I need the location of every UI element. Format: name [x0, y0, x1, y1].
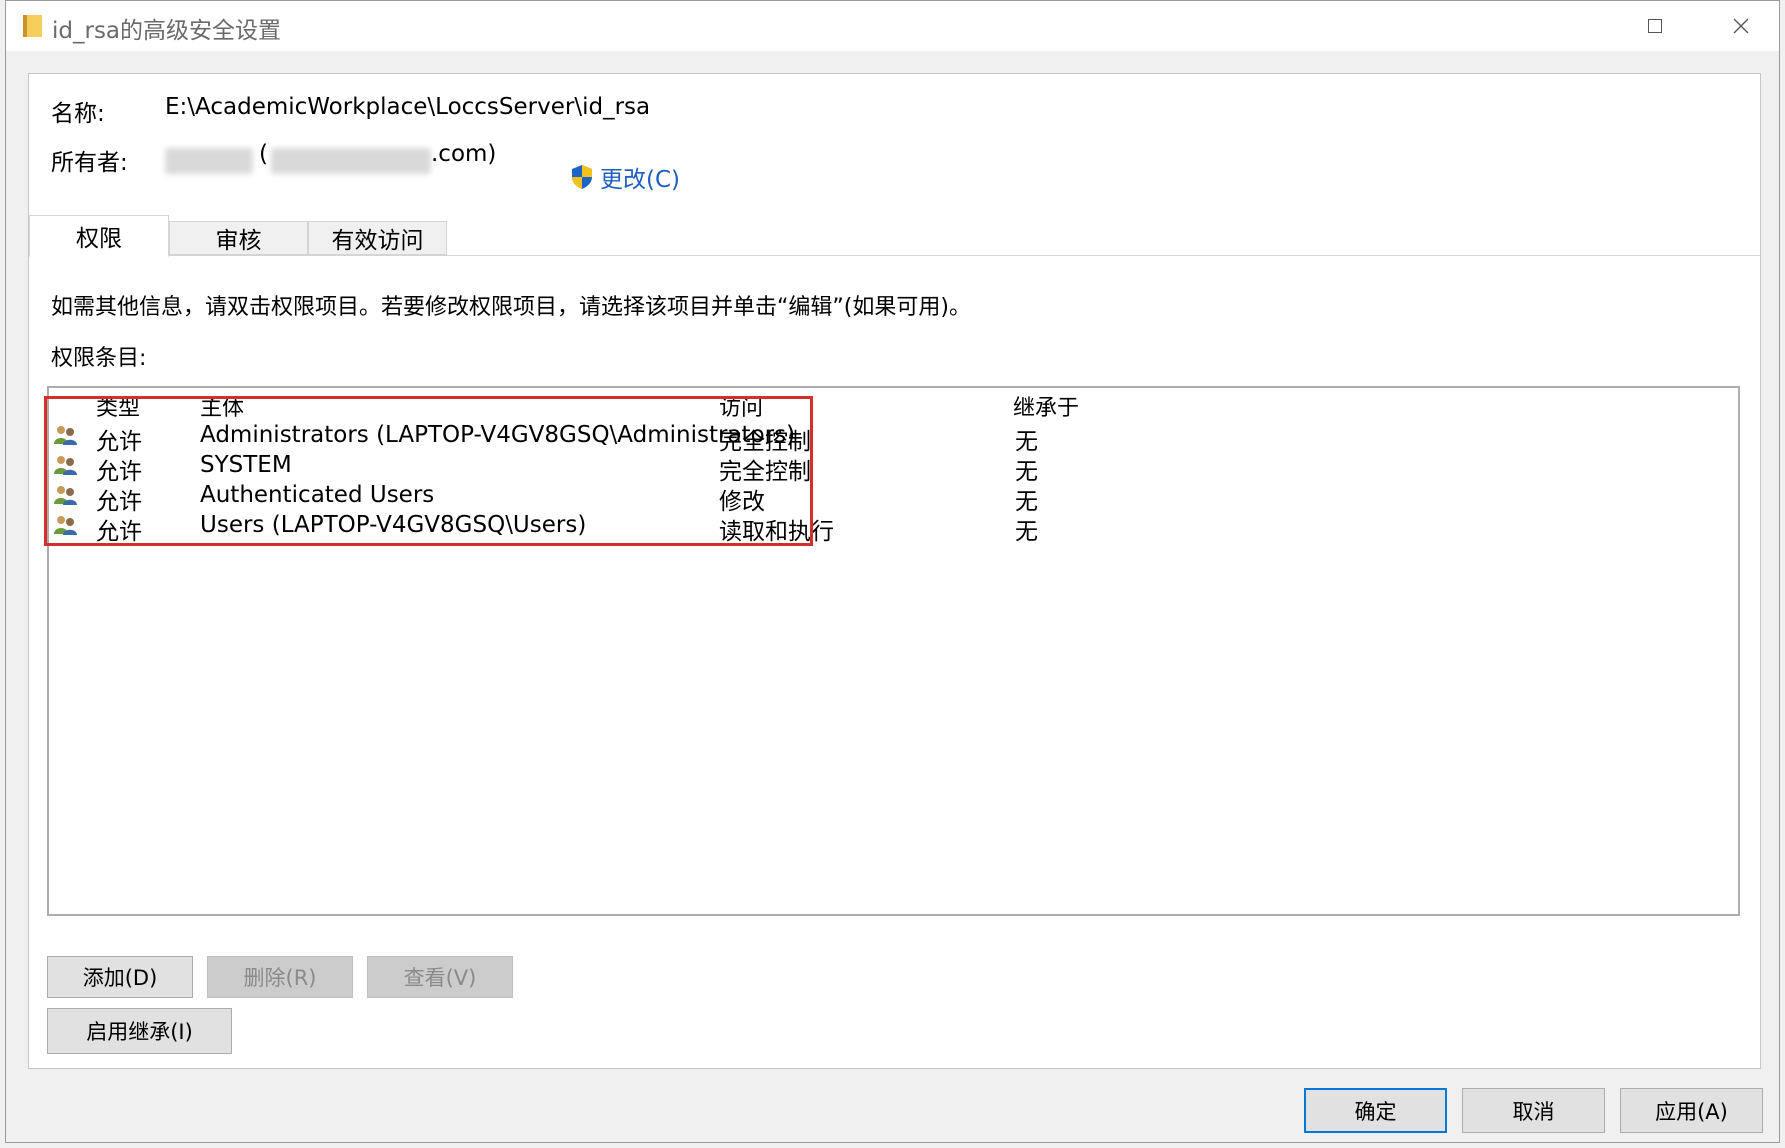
- owner-label: 所有者:: [51, 150, 128, 176]
- row-inherited: 无: [1015, 519, 1038, 545]
- view-button[interactable]: 查看(V): [367, 956, 513, 998]
- column-header-principal[interactable]: 主体: [200, 390, 244, 422]
- change-owner-label: 更改(C): [600, 167, 681, 193]
- table-row[interactable]: 允许 Administrators (LAPTOP-V4GV8GSQ\Admin…: [49, 419, 1738, 455]
- minimize-icon: [1562, 25, 1576, 26]
- close-button[interactable]: [1698, 1, 1784, 51]
- row-principal: SYSTEM: [200, 452, 292, 478]
- change-owner-link[interactable]: 更改(C): [570, 160, 680, 194]
- enable-inheritance-button[interactable]: 启用继承(I): [47, 1008, 232, 1054]
- maximize-icon: [1648, 19, 1662, 33]
- permission-entries-label: 权限条目:: [51, 346, 147, 371]
- tab-effective-access[interactable]: 有效访问: [308, 221, 447, 255]
- row-principal: Administrators (LAPTOP-V4GV8GSQ\Administ…: [200, 422, 796, 448]
- window-title: id_rsa的高级安全设置: [52, 18, 282, 44]
- tab-permissions[interactable]: 权限: [29, 215, 169, 257]
- tab-divider: [29, 255, 1760, 256]
- row-principal: Authenticated Users: [200, 482, 435, 508]
- cancel-button[interactable]: 取消: [1462, 1088, 1605, 1133]
- column-header-inherited-from[interactable]: 继承于: [1013, 390, 1079, 422]
- redacted-owner-name: [165, 148, 253, 174]
- users-group-icon: [54, 516, 77, 535]
- owner-paren-open: (: [259, 141, 268, 167]
- table-row[interactable]: 允许 SYSTEM 完全控制 无: [49, 449, 1738, 485]
- maximize-button[interactable]: [1612, 1, 1698, 51]
- column-header-type[interactable]: 类型: [96, 390, 140, 422]
- table-row[interactable]: 允许 Users (LAPTOP-V4GV8GSQ\Users) 读取和执行 无: [49, 509, 1738, 545]
- permission-entries-list[interactable]: 类型 主体 访问 继承于 允许 Administrators (LAPTOP-V…: [44, 386, 1740, 916]
- uac-shield-icon: [572, 165, 592, 189]
- row-type: 允许: [96, 519, 142, 545]
- users-group-icon: [54, 426, 77, 445]
- redacted-owner-email: [271, 148, 431, 174]
- tab-bar: 权限 审核 有效访问: [29, 215, 1760, 257]
- row-access: 读取和执行: [719, 519, 834, 545]
- apply-button[interactable]: 应用(A): [1620, 1088, 1763, 1133]
- ok-button[interactable]: 确定: [1304, 1088, 1447, 1133]
- add-button[interactable]: 添加(D): [47, 956, 193, 998]
- settings-panel: 名称: E:\AcademicWorkplace\LoccsServer\id_…: [28, 73, 1761, 1069]
- minimize-button[interactable]: [1526, 1, 1612, 51]
- column-header-access[interactable]: 访问: [719, 390, 763, 422]
- name-value: E:\AcademicWorkplace\LoccsServer\id_rsa: [165, 94, 651, 120]
- owner-email-suffix: .com): [431, 141, 497, 167]
- close-icon: [1733, 18, 1749, 34]
- folder-icon: [23, 15, 42, 37]
- users-group-icon: [54, 456, 77, 475]
- title-bar: id_rsa的高级安全设置: [6, 1, 1779, 51]
- table-row[interactable]: 允许 Authenticated Users 修改 无: [49, 479, 1738, 515]
- tab-auditing[interactable]: 审核: [169, 221, 308, 255]
- info-text: 如需其他信息，请双击权限项目。若要修改权限项目，请选择该项目并单击“编辑”(如果…: [51, 295, 971, 320]
- security-settings-window: id_rsa的高级安全设置 名称: E:\AcademicWorkplace\L…: [5, 0, 1780, 1143]
- row-principal: Users (LAPTOP-V4GV8GSQ\Users): [200, 512, 587, 538]
- users-group-icon: [54, 486, 77, 505]
- remove-button[interactable]: 删除(R): [207, 956, 353, 998]
- name-label: 名称:: [51, 101, 105, 127]
